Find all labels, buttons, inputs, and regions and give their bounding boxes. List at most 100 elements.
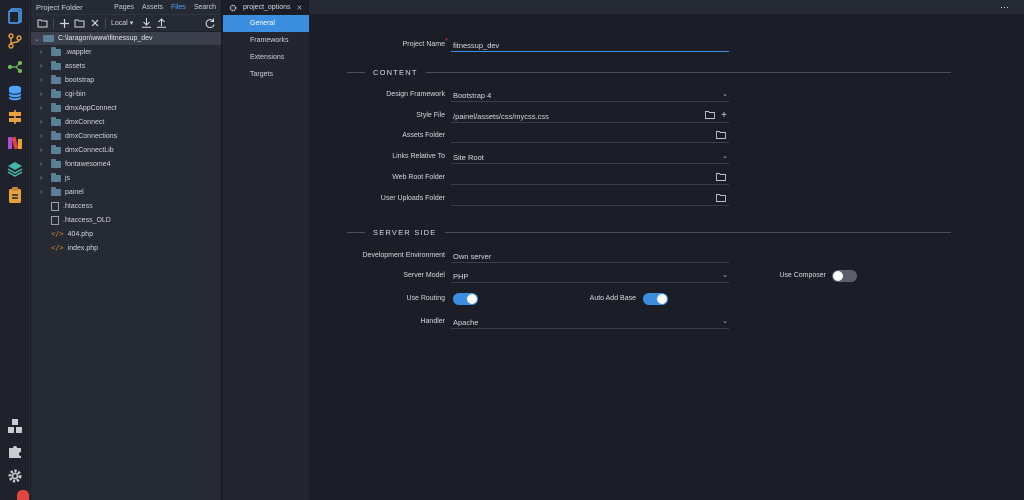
folder-browse-icon[interactable] bbox=[705, 111, 715, 121]
chevron-right-icon: › bbox=[40, 174, 43, 182]
tab-label: project_options bbox=[243, 4, 291, 11]
signpost-icon[interactable] bbox=[6, 108, 24, 126]
gear-icon[interactable] bbox=[6, 467, 24, 485]
clipboard-icon[interactable] bbox=[6, 186, 24, 204]
delete-icon[interactable] bbox=[87, 17, 102, 30]
tree-file[interactable]: .htaccess bbox=[31, 199, 221, 213]
project-name-input[interactable]: fitnessup_dev bbox=[451, 39, 729, 52]
tree-file[interactable]: </> 404.php bbox=[31, 227, 221, 241]
tree-folder-label: painel bbox=[65, 188, 84, 196]
tab-project-options[interactable]: project_options ✕ bbox=[223, 0, 309, 15]
folder-icon bbox=[51, 172, 61, 182]
tree-folder[interactable]: › dmxAppConnect bbox=[31, 101, 221, 115]
links-relative-select[interactable]: Site Root ⌄ bbox=[451, 151, 729, 164]
tree-file[interactable]: </> index.php bbox=[31, 241, 221, 255]
tab-search[interactable]: Search bbox=[194, 4, 216, 11]
extensions-icon[interactable] bbox=[6, 417, 24, 435]
database-icon[interactable] bbox=[6, 84, 24, 102]
options-nav: General Frameworks Extensions Targets bbox=[223, 15, 309, 500]
git-branch-icon[interactable] bbox=[6, 32, 24, 50]
folder-browse-icon[interactable] bbox=[716, 131, 726, 141]
new-file-icon[interactable] bbox=[57, 17, 72, 30]
new-folder-icon[interactable] bbox=[72, 17, 87, 30]
use-composer-toggle[interactable] bbox=[832, 270, 857, 282]
close-icon[interactable]: ✕ bbox=[296, 4, 302, 12]
tree-folder-label: bootstrap bbox=[65, 76, 95, 84]
tree-folder-label: dmxAppConnect bbox=[65, 104, 117, 112]
folder-browse-icon[interactable] bbox=[716, 173, 726, 183]
style-file-input[interactable]: /painel/assets/css/mycss.css + bbox=[451, 110, 729, 123]
panel-toolbar: Local ▾ bbox=[31, 15, 221, 32]
use-composer-label: Use Composer bbox=[779, 272, 826, 279]
toolbar-divider bbox=[105, 17, 106, 29]
gear-icon bbox=[229, 4, 237, 11]
nav-extensions[interactable]: Extensions bbox=[223, 49, 309, 66]
dev-env-label: Development Environment bbox=[362, 252, 446, 259]
file-tree: ⌄ C:\laragon\www\fitnessup_dev › .wappler… bbox=[31, 32, 221, 255]
design-framework-label: Design Framework bbox=[386, 91, 445, 98]
folder-icon bbox=[51, 46, 61, 56]
tree-file-label: .htaccess bbox=[63, 202, 93, 210]
tree-folder[interactable]: › painel bbox=[31, 185, 221, 199]
chevron-right-icon: › bbox=[40, 90, 43, 98]
tab-assets[interactable]: Assets bbox=[142, 4, 163, 11]
layers-icon[interactable] bbox=[6, 160, 24, 178]
project-name-value: fitnessup_dev bbox=[453, 40, 500, 50]
web-root-input[interactable] bbox=[451, 172, 729, 185]
dev-env-select[interactable]: Own server bbox=[451, 250, 729, 263]
open-folder-icon[interactable] bbox=[35, 17, 50, 30]
upload-icon[interactable] bbox=[154, 17, 169, 30]
handler-select[interactable]: Apache ⌄ bbox=[451, 316, 729, 329]
more-options-icon[interactable]: ⋯ bbox=[1000, 2, 1010, 13]
handler-label: Handler bbox=[420, 318, 445, 325]
tree-folder[interactable]: › fontawesome4 bbox=[31, 157, 221, 171]
nav-targets[interactable]: Targets bbox=[223, 66, 309, 83]
folder-icon bbox=[51, 144, 61, 154]
user-uploads-input[interactable] bbox=[451, 193, 729, 206]
tree-folder-label: assets bbox=[65, 62, 86, 70]
toggle-knob bbox=[833, 271, 843, 281]
files-icon[interactable] bbox=[6, 7, 24, 25]
panel-header: Project Folder Pages Assets Files Search bbox=[31, 0, 221, 15]
tree-folder[interactable]: › js bbox=[31, 171, 221, 185]
use-routing-toggle[interactable] bbox=[453, 293, 478, 305]
tree-folder[interactable]: › .wappler bbox=[31, 45, 221, 59]
nav-frameworks[interactable]: Frameworks bbox=[223, 32, 309, 49]
assets-folder-input[interactable] bbox=[451, 130, 729, 143]
tree-folder[interactable]: › dmxConnectLib bbox=[31, 143, 221, 157]
tab-pages[interactable]: Pages bbox=[114, 4, 134, 11]
target-select[interactable]: Local ▾ bbox=[111, 19, 134, 28]
chevron-right-icon: › bbox=[40, 76, 43, 84]
puzzle-icon[interactable] bbox=[6, 442, 24, 460]
auto-add-base-toggle[interactable] bbox=[643, 293, 668, 305]
code-file-icon: </> bbox=[51, 244, 64, 252]
tab-files[interactable]: Files bbox=[171, 4, 186, 11]
tree-file[interactable]: .htaccess_OLD bbox=[31, 213, 221, 227]
flow-icon[interactable] bbox=[6, 58, 24, 76]
use-routing-label: Use Routing bbox=[406, 295, 445, 302]
design-framework-select[interactable]: Bootstrap 4 ⌄ bbox=[451, 89, 729, 102]
tree-root[interactable]: ⌄ C:\laragon\www\fitnessup_dev bbox=[31, 32, 221, 45]
style-file-value: /painel/assets/css/mycss.css bbox=[453, 111, 549, 121]
server-model-select[interactable]: PHP ⌄ bbox=[451, 270, 729, 283]
add-icon[interactable]: + bbox=[721, 110, 727, 121]
tree-folder[interactable]: › assets bbox=[31, 59, 221, 73]
styles-icon[interactable] bbox=[6, 134, 24, 152]
project-name-label: Project Name bbox=[402, 41, 445, 48]
tree-folder[interactable]: › dmxConnect bbox=[31, 115, 221, 129]
refresh-icon[interactable] bbox=[202, 17, 217, 30]
folder-open-icon bbox=[43, 35, 54, 42]
tree-folder[interactable]: › cgi-bin bbox=[31, 87, 221, 101]
nav-general[interactable]: General bbox=[223, 15, 309, 32]
chevron-down-icon: ▾ bbox=[129, 20, 134, 27]
pro-badge bbox=[17, 490, 29, 500]
download-icon[interactable] bbox=[139, 17, 154, 30]
chevron-down-icon: ⌄ bbox=[722, 318, 728, 325]
app-window: Project Folder Pages Assets Files Search… bbox=[0, 0, 1024, 500]
target-select-label: Local bbox=[111, 19, 128, 27]
tree-folder[interactable]: › dmxConnections bbox=[31, 129, 221, 143]
tree-folder[interactable]: › bootstrap bbox=[31, 73, 221, 87]
tree-folder-label: dmxConnections bbox=[65, 132, 118, 140]
folder-icon bbox=[51, 186, 61, 196]
folder-browse-icon[interactable] bbox=[716, 194, 726, 204]
